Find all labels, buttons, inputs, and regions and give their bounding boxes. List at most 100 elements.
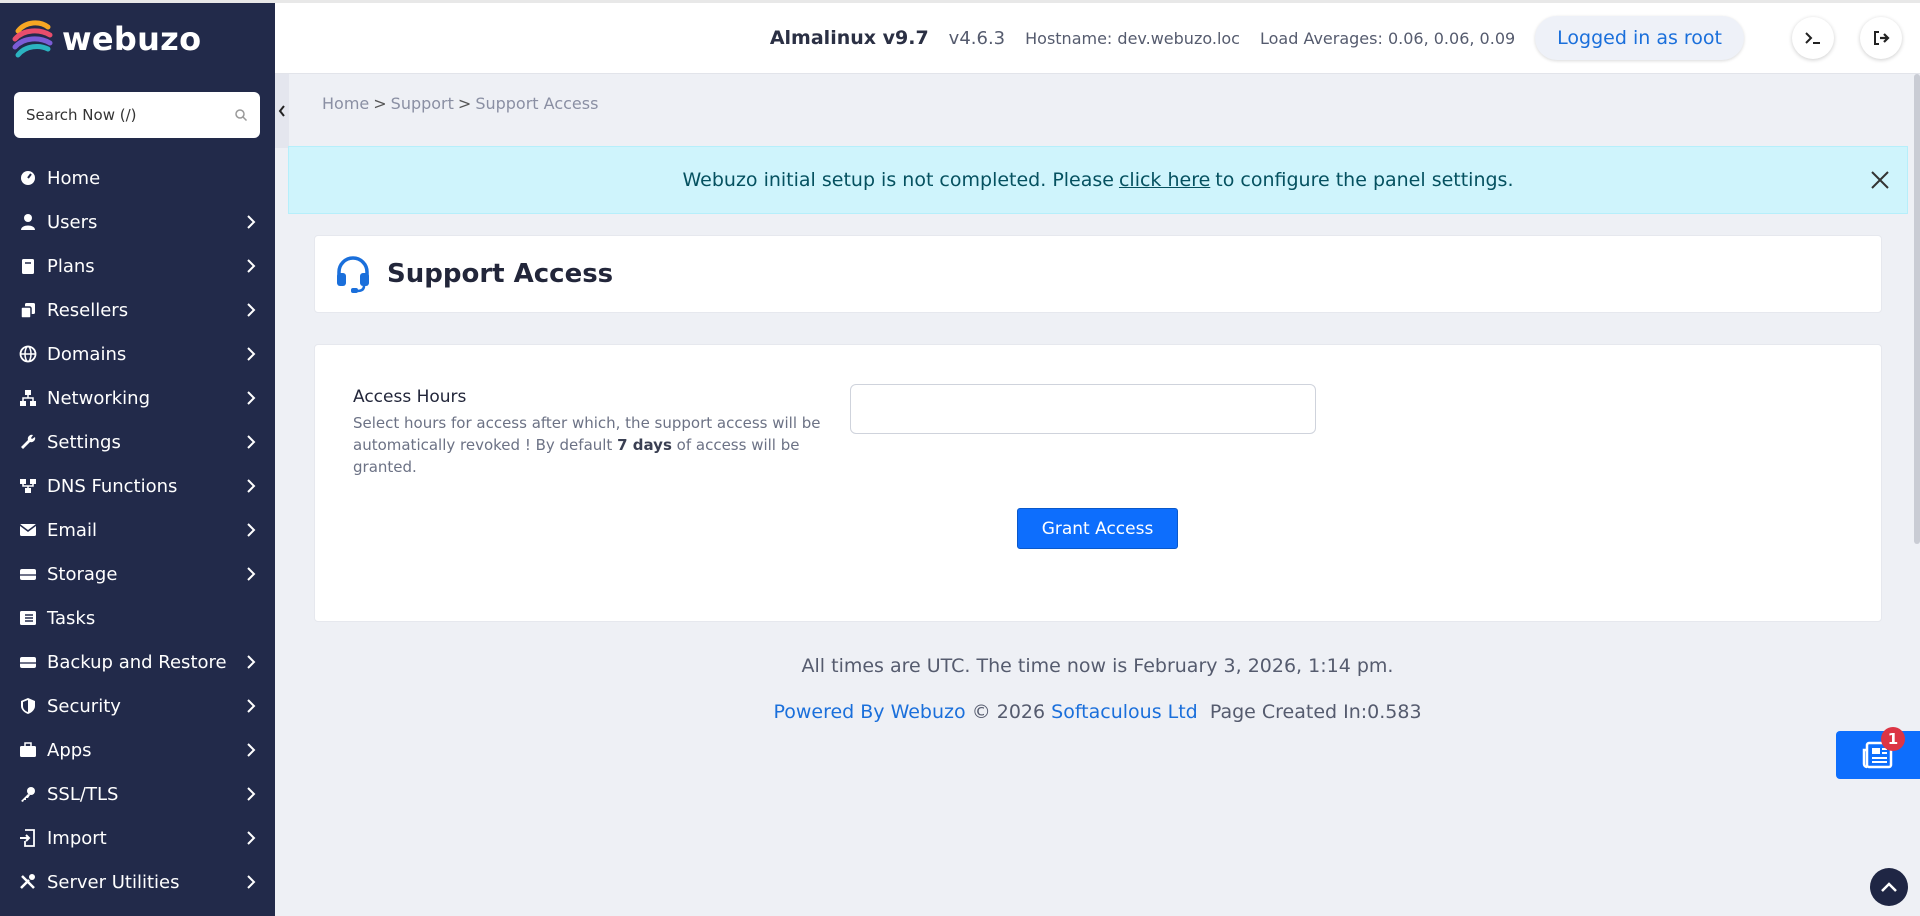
network-icon	[20, 390, 36, 406]
logout-button[interactable]	[1860, 17, 1902, 59]
sidebar-item-label: DNS Functions	[47, 475, 178, 497]
page-scrollbar[interactable]	[1914, 74, 1920, 544]
setup-alert: Webuzo initial setup is not completed. P…	[288, 146, 1908, 214]
chevron-right-icon	[247, 743, 256, 757]
breadcrumb-current: Support Access	[475, 94, 599, 113]
sidebar-item-label: Storage	[47, 563, 118, 585]
page-header-card: Support Access	[314, 235, 1882, 313]
footer-credit: Powered By Webuzo © 2026 Softaculous Ltd…	[275, 701, 1920, 723]
sidebar-item-label: Email	[47, 519, 97, 541]
hostname: Hostname: dev.webuzo.loc	[1025, 28, 1240, 48]
sidebar-item-networking[interactable]: Networking	[0, 376, 275, 420]
sidebar-item-label: Settings	[47, 431, 121, 453]
terminal-button[interactable]	[1792, 17, 1834, 59]
brand-name: webuzo	[62, 19, 202, 58]
logout-icon	[1874, 31, 1890, 45]
breadcrumb: Home > Support > Support Access	[322, 94, 599, 113]
chevron-right-icon	[247, 699, 256, 713]
powered-by-link[interactable]: Powered By Webuzo	[773, 701, 965, 723]
sidebar-item-domains[interactable]: Domains	[0, 332, 275, 376]
breadcrumb-support[interactable]: Support	[391, 94, 454, 113]
chevron-up-icon	[1881, 882, 1897, 892]
sidebar-item-server-utilities[interactable]: Server Utilities	[0, 860, 275, 904]
sidebar-item-label: Backup and Restore	[47, 651, 227, 673]
support-access-form: Access Hours Select hours for access aft…	[314, 344, 1882, 622]
news-count-badge: 1	[1881, 727, 1905, 751]
sidebar-item-home[interactable]: Home	[0, 156, 275, 200]
sidebar-collapse-toggle[interactable]	[275, 74, 289, 148]
chevron-right-icon	[247, 391, 256, 405]
access-hours-input[interactable]	[850, 384, 1316, 434]
sidebar-item-resellers[interactable]: Resellers	[0, 288, 275, 332]
search-icon[interactable]	[234, 108, 248, 122]
sidebar-item-label: Networking	[47, 387, 150, 409]
sidebar-item-email[interactable]: Email	[0, 508, 275, 552]
sidebar-item-dns-functions[interactable]: DNS Functions	[0, 464, 275, 508]
dashboard-icon	[21, 171, 35, 185]
sidebar-item-storage[interactable]: Storage	[0, 552, 275, 596]
sidebar-item-settings[interactable]: Settings	[0, 420, 275, 464]
chevron-right-icon	[247, 875, 256, 889]
panel-version: v4.6.3	[948, 27, 1006, 49]
chevron-right-icon	[247, 567, 256, 581]
webuzo-logo-icon	[12, 19, 53, 57]
scroll-to-top-button[interactable]	[1870, 868, 1908, 906]
sidebar-item-label: Plans	[47, 255, 95, 277]
sidebar-item-users[interactable]: Users	[0, 200, 275, 244]
grant-access-button[interactable]: Grant Access	[1017, 508, 1178, 549]
company-link[interactable]: Softaculous Ltd	[1051, 701, 1198, 723]
search-box[interactable]	[14, 92, 260, 138]
chevron-right-icon	[247, 303, 256, 317]
terminal-icon	[1805, 32, 1820, 44]
chevron-right-icon	[247, 259, 256, 273]
sidebar-item-plans[interactable]: Plans	[0, 244, 275, 288]
chevron-right-icon	[247, 831, 256, 845]
breadcrumb-home[interactable]: Home	[322, 94, 369, 113]
envelope-icon	[19, 524, 37, 536]
news-button[interactable]	[1836, 731, 1920, 779]
sidebar-item-import[interactable]: Import	[0, 816, 275, 860]
sidebar-nav: Home Users Plans Resellers Domains Networking…	[0, 156, 275, 904]
search-input[interactable]	[26, 106, 234, 124]
tools-icon	[20, 874, 35, 889]
page-created: Page Created In:0.583	[1209, 701, 1422, 723]
copyright: © 2026	[971, 701, 1046, 723]
book-icon	[22, 259, 34, 274]
chevron-right-icon	[247, 479, 256, 493]
close-icon[interactable]	[1867, 167, 1893, 193]
sidebar-item-label: Resellers	[47, 299, 129, 321]
chevron-right-icon	[247, 787, 256, 801]
import-icon	[20, 829, 35, 847]
sidebar-item-backup-and-restore[interactable]: Backup and Restore	[0, 640, 275, 684]
sidebar-item-label: Apps	[47, 739, 92, 761]
copy-icon	[20, 303, 35, 319]
logged-in-user-button[interactable]: Logged in as root	[1535, 16, 1744, 60]
chevron-left-icon	[278, 105, 285, 117]
sitemap-icon	[20, 479, 36, 493]
logo[interactable]: webuzo	[0, 0, 275, 74]
sidebar-item-ssl-tls[interactable]: SSL/TLS	[0, 772, 275, 816]
shield-icon	[21, 698, 35, 714]
hdd-icon	[20, 657, 36, 668]
alert-configure-link[interactable]: click here	[1119, 169, 1210, 191]
sidebar: webuzo Home Users Plans Resellers Domains Net…	[0, 0, 275, 916]
sidebar-item-security[interactable]: Security	[0, 684, 275, 728]
sidebar-item-tasks[interactable]: Tasks	[0, 596, 275, 640]
user-icon	[21, 214, 35, 230]
sidebar-item-apps[interactable]: Apps	[0, 728, 275, 772]
top-bar: Almalinux v9.7 v4.6.3 Hostname: dev.webu…	[275, 0, 1920, 74]
os-version: Almalinux v9.7	[769, 27, 929, 49]
sidebar-item-label: Import	[47, 827, 107, 849]
chevron-right-icon	[247, 655, 256, 669]
sidebar-item-label: SSL/TLS	[47, 783, 119, 805]
access-hours-description: Select hours for access after which, the…	[353, 412, 833, 478]
sidebar-item-label: Users	[47, 211, 98, 233]
sidebar-item-label: Tasks	[47, 607, 96, 629]
alert-text-before: Webuzo initial setup is not completed. P…	[682, 169, 1114, 191]
wrench-icon	[21, 434, 36, 449]
headset-icon	[337, 256, 369, 293]
briefcase-icon	[20, 742, 36, 757]
sidebar-item-label: Home	[47, 167, 101, 189]
key-icon	[21, 787, 35, 802]
chevron-right-icon	[247, 215, 256, 229]
